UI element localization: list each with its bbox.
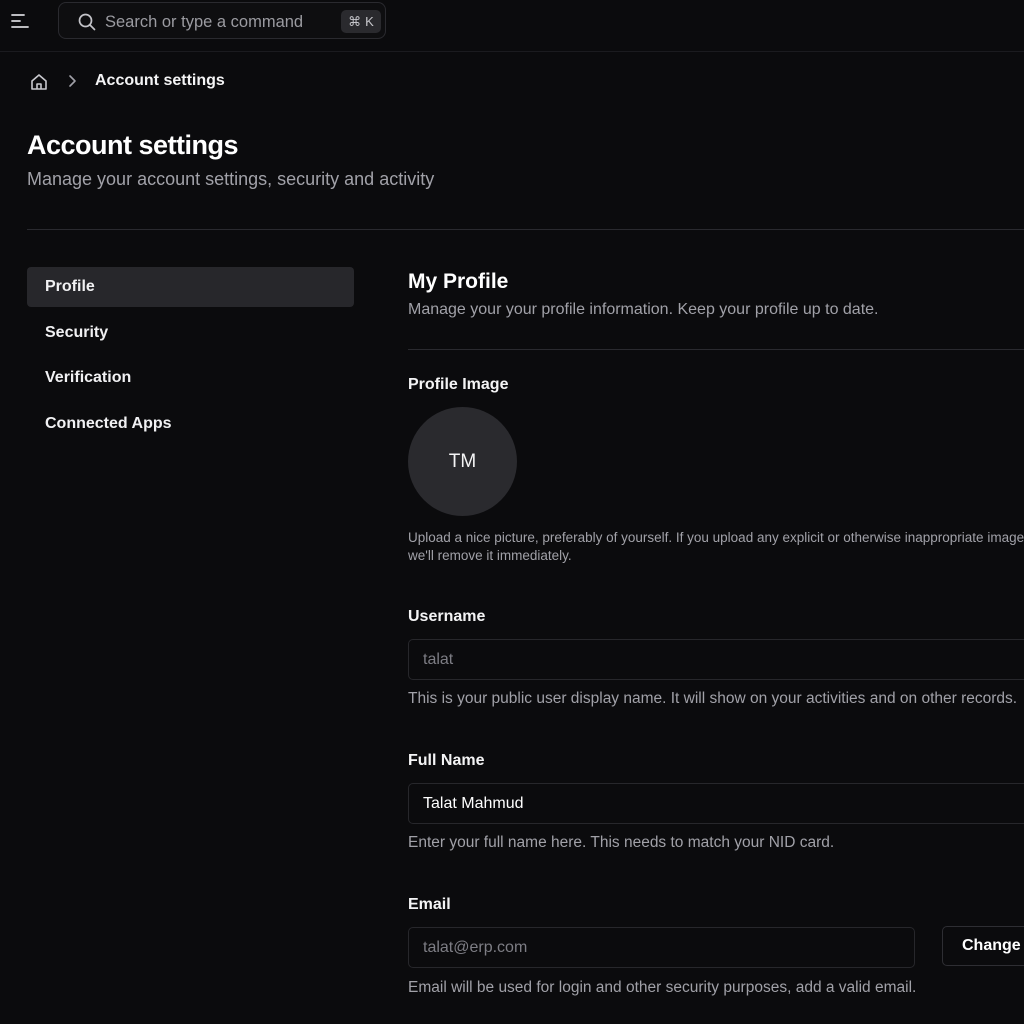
search-icon [78,13,96,31]
email-help: Email will be used for login and other s… [408,979,917,996]
email-field[interactable] [408,927,915,968]
settings-nav: Profile Security Verification Connected … [27,267,354,449]
profile-panel: My Profile Manage your your profile info… [408,0,1024,1024]
page-subtitle: Manage your account settings, security a… [27,169,435,189]
divider [408,349,1024,350]
search-placeholder: Search or type a command [105,13,304,31]
username-help: This is your public user display name. I… [408,690,1018,707]
section-description: Manage your your profile information. Ke… [408,301,879,318]
shortcut-badge: ⌘ K [341,10,381,33]
full-name-field[interactable] [408,783,1024,824]
change-email-button[interactable]: Change [942,926,1024,966]
username-field[interactable] [408,639,1024,680]
full-name-label: Full Name [408,752,485,769]
username-label: Username [408,608,486,625]
nav-item-profile[interactable]: Profile [27,267,354,307]
command-search[interactable]: Search or type a command ⌘ K [58,2,386,39]
nav-item-label: Verification [45,369,132,386]
nav-item-label: Security [45,323,109,341]
home-icon[interactable] [29,72,49,92]
menu-icon [11,14,29,28]
nav-item-label: Profile [45,278,95,295]
avatar[interactable]: TM [408,407,517,516]
menu-button[interactable] [6,8,34,34]
email-label: Email [408,896,451,913]
shortcut-key: K [365,14,374,29]
nav-item-connected-apps[interactable]: Connected Apps [27,404,354,444]
nav-item-verification[interactable]: Verification [27,358,354,398]
nav-item-security[interactable]: Security [27,313,354,353]
nav-item-label: Connected Apps [45,414,172,432]
full-name-help: Enter your full name here. This needs to… [408,834,835,851]
profile-image-help: Upload a nice picture, preferably of you… [408,530,1024,563]
section-title: My Profile [408,270,509,293]
avatar-initials: TM [448,450,477,472]
command-key-icon: ⌘ [348,13,362,29]
chevron-right-icon [69,75,76,87]
breadcrumb-current: Account settings [95,72,225,89]
page-title: Account settings [27,130,239,160]
profile-image-label: Profile Image [408,376,509,393]
